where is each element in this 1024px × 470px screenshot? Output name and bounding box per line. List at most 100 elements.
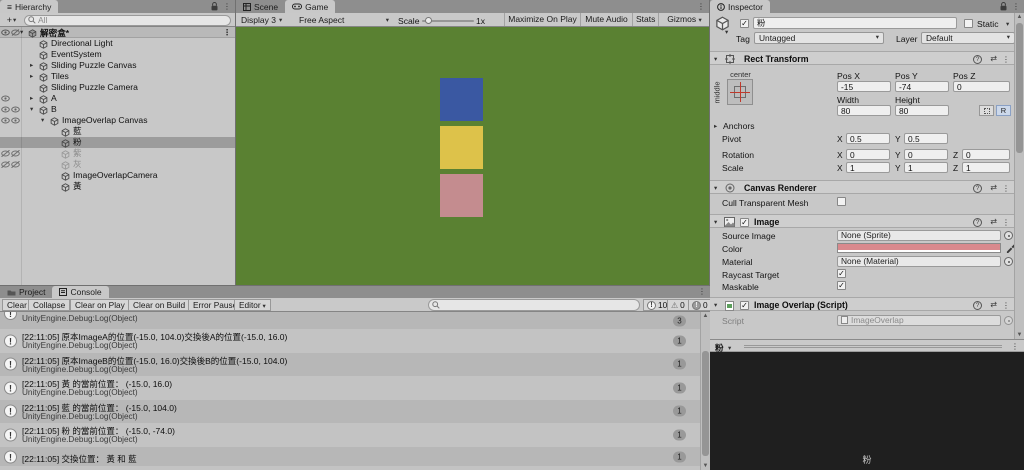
inspector-scrollbar[interactable]: ▲ ▼ <box>1014 13 1024 339</box>
width-field[interactable] <box>837 105 891 116</box>
scale-slider-knob[interactable] <box>425 17 432 24</box>
aspect-dropdown[interactable]: Free Aspect ▾ <box>296 14 392 26</box>
anchor-preset-widget[interactable] <box>727 79 753 105</box>
presets-icon[interactable]: ⇄ <box>990 183 997 192</box>
pos-y-field[interactable] <box>895 81 949 92</box>
kebab-menu-icon[interactable]: ⋮ <box>698 288 706 296</box>
script-enabled-checkbox[interactable]: ✓ <box>740 300 749 310</box>
hierarchy-item[interactable]: EventSystem <box>0 49 235 60</box>
scale-z-field[interactable] <box>962 162 1010 173</box>
color-swatch[interactable] <box>837 243 1001 253</box>
console-log-row[interactable]: ! [22:11:05] 交換位置： 黃 和 藍 1 <box>0 446 700 468</box>
kebab-menu-icon[interactable]: ⋮ <box>1012 2 1020 11</box>
source-image-field[interactable]: None (Sprite) <box>837 230 1001 241</box>
lock-icon[interactable] <box>1000 2 1007 11</box>
hierarchy-item[interactable]: ▸ Tiles <box>0 71 235 82</box>
scroll-down-icon[interactable]: ▼ <box>1015 332 1024 338</box>
hierarchy-item[interactable]: ▸ Sliding Puzzle Canvas <box>0 60 235 71</box>
warning-count-toggle[interactable]: ⚠ 0 <box>667 299 689 311</box>
picking-toggle-icon[interactable] <box>11 117 20 124</box>
cull-transparent-mesh-checkbox[interactable] <box>837 197 846 206</box>
console-log-row[interactable]: ! UnityEngine.Debug:Log(Object) 3 <box>0 312 700 329</box>
console-clear-on-play-button[interactable]: Clear on Play <box>70 299 130 311</box>
foldout-arrow-icon[interactable]: ▾ <box>714 55 717 63</box>
rect-transform-header[interactable]: ▾ Rect Transform ? ⇄ ⋮ <box>710 51 1016 65</box>
preview-splitter-bar[interactable]: 粉 ▾ ⋮ <box>710 339 1024 353</box>
help-icon[interactable]: ? <box>973 217 982 227</box>
console-search-input[interactable] <box>442 300 636 310</box>
help-icon[interactable]: ? <box>973 183 982 193</box>
blueprint-mode-button[interactable] <box>979 105 994 116</box>
layer-dropdown[interactable]: Default ▾ <box>921 32 1015 44</box>
maximize-on-play-button[interactable]: Maximize On Play <box>504 13 580 26</box>
scale-x-field[interactable] <box>846 162 890 173</box>
console-scrollbar-thumb[interactable] <box>702 351 709 456</box>
scroll-up-icon[interactable]: ▲ <box>701 313 710 319</box>
kebab-menu-icon[interactable]: ⋮ <box>1011 342 1019 351</box>
console-log-row[interactable]: ! [22:11:05] 黃 的當前位置： (-15.0, 16.0) UnityE… <box>0 376 700 400</box>
image-header[interactable]: ▾ ✓ Image ? ⇄ ⋮ <box>710 214 1016 228</box>
lock-icon[interactable] <box>211 2 218 11</box>
object-picker-icon[interactable] <box>1004 257 1013 266</box>
inspector-scrollbar-thumb[interactable] <box>1016 23 1023 153</box>
kebab-menu-icon[interactable]: ⋮ <box>1002 55 1010 64</box>
scroll-up-icon[interactable]: ▲ <box>1015 14 1024 20</box>
raycast-target-checkbox[interactable]: ✓ <box>837 269 846 278</box>
hierarchy-search-input[interactable] <box>38 15 227 25</box>
kebab-menu-icon[interactable]: ⋮ <box>223 2 231 11</box>
anchors-foldout-icon[interactable]: ▸ <box>714 122 717 130</box>
scene-visibility-icon[interactable] <box>1 29 10 36</box>
rotation-z-field[interactable] <box>962 149 1010 160</box>
hierarchy-item[interactable]: 黃 <box>0 181 235 192</box>
picking-toggle-icon[interactable] <box>11 161 20 168</box>
pivot-x-field[interactable] <box>846 133 890 144</box>
scene-header-row[interactable]: ▾ 解密盒* ⋮ <box>0 27 235 38</box>
mute-audio-button[interactable]: Mute Audio <box>580 13 632 26</box>
image-overlap-script-header[interactable]: ▾ ✓ Image Overlap (Script) ? ⇄ ⋮ <box>710 297 1016 311</box>
hierarchy-item[interactable]: ▾ ImageOverlap Canvas <box>0 115 235 126</box>
image-enabled-checkbox[interactable]: ✓ <box>740 217 749 227</box>
stats-button[interactable]: Stats <box>632 13 658 26</box>
chevron-down-icon[interactable]: ▾ <box>1006 20 1009 28</box>
hierarchy-item[interactable]: ImageOverlapCamera <box>0 170 235 181</box>
hierarchy-item[interactable]: 粉 <box>0 137 235 148</box>
foldout-arrow-icon[interactable]: ▾ <box>714 301 717 309</box>
add-gameobject-button[interactable]: + ▾ <box>2 15 21 25</box>
visibility-toggle-icon[interactable] <box>1 95 10 102</box>
console-scrollbar[interactable]: ▲ ▼ <box>700 312 710 470</box>
active-checkbox[interactable]: ✓ <box>740 19 749 28</box>
expand-arrow-icon[interactable]: ▾ <box>41 115 44 126</box>
tab-inspector[interactable]: Inspector <box>710 0 770 13</box>
scale-y-field[interactable] <box>904 162 948 173</box>
gameobject-name-field[interactable] <box>753 17 957 29</box>
rotation-x-field[interactable] <box>846 149 890 160</box>
hierarchy-item[interactable]: ▸ A <box>0 93 235 104</box>
object-picker-icon[interactable] <box>1004 316 1013 325</box>
scroll-down-icon[interactable]: ▼ <box>701 463 710 469</box>
splitter-handle[interactable] <box>744 345 1002 348</box>
rotation-y-field[interactable] <box>904 149 948 160</box>
kebab-menu-icon[interactable]: ⋮ <box>1002 184 1010 193</box>
maskable-checkbox[interactable]: ✓ <box>837 281 846 290</box>
console-clear-on-build-button[interactable]: Clear on Build <box>128 299 191 311</box>
picking-toggle-icon[interactable] <box>11 150 20 157</box>
presets-icon[interactable]: ⇄ <box>990 54 997 63</box>
help-icon[interactable]: ? <box>973 300 982 310</box>
kebab-menu-icon[interactable]: ⋮ <box>1002 301 1010 310</box>
picking-toggle-icon[interactable] <box>11 106 20 113</box>
chevron-down-icon[interactable]: ▾ <box>728 344 731 352</box>
foldout-arrow-icon[interactable]: ▾ <box>714 218 717 226</box>
static-checkbox[interactable] <box>964 19 973 28</box>
height-field[interactable] <box>895 105 949 116</box>
console-collapse-button[interactable]: Collapse <box>28 299 71 311</box>
console-log-row[interactable]: ! [22:11:05] 藍 的當前位置： (-15.0, 104.0) Unity… <box>0 399 700 423</box>
hierarchy-item[interactable]: 藍 <box>0 126 235 137</box>
tab-hierarchy[interactable]: ≡ Hierarchy <box>0 0 59 13</box>
scene-kebab-icon[interactable]: ⋮ <box>223 29 231 37</box>
hierarchy-search[interactable] <box>24 14 231 26</box>
console-editor-button[interactable]: Editor ▾ <box>234 299 271 311</box>
foldout-arrow-icon[interactable]: ▾ <box>714 184 717 192</box>
console-log-row[interactable]: ! [22:11:05] 原本ImageA的位置(-15.0, 104.0)交換後… <box>0 329 700 353</box>
scale-slider[interactable] <box>422 17 474 24</box>
pos-x-field[interactable] <box>837 81 891 92</box>
